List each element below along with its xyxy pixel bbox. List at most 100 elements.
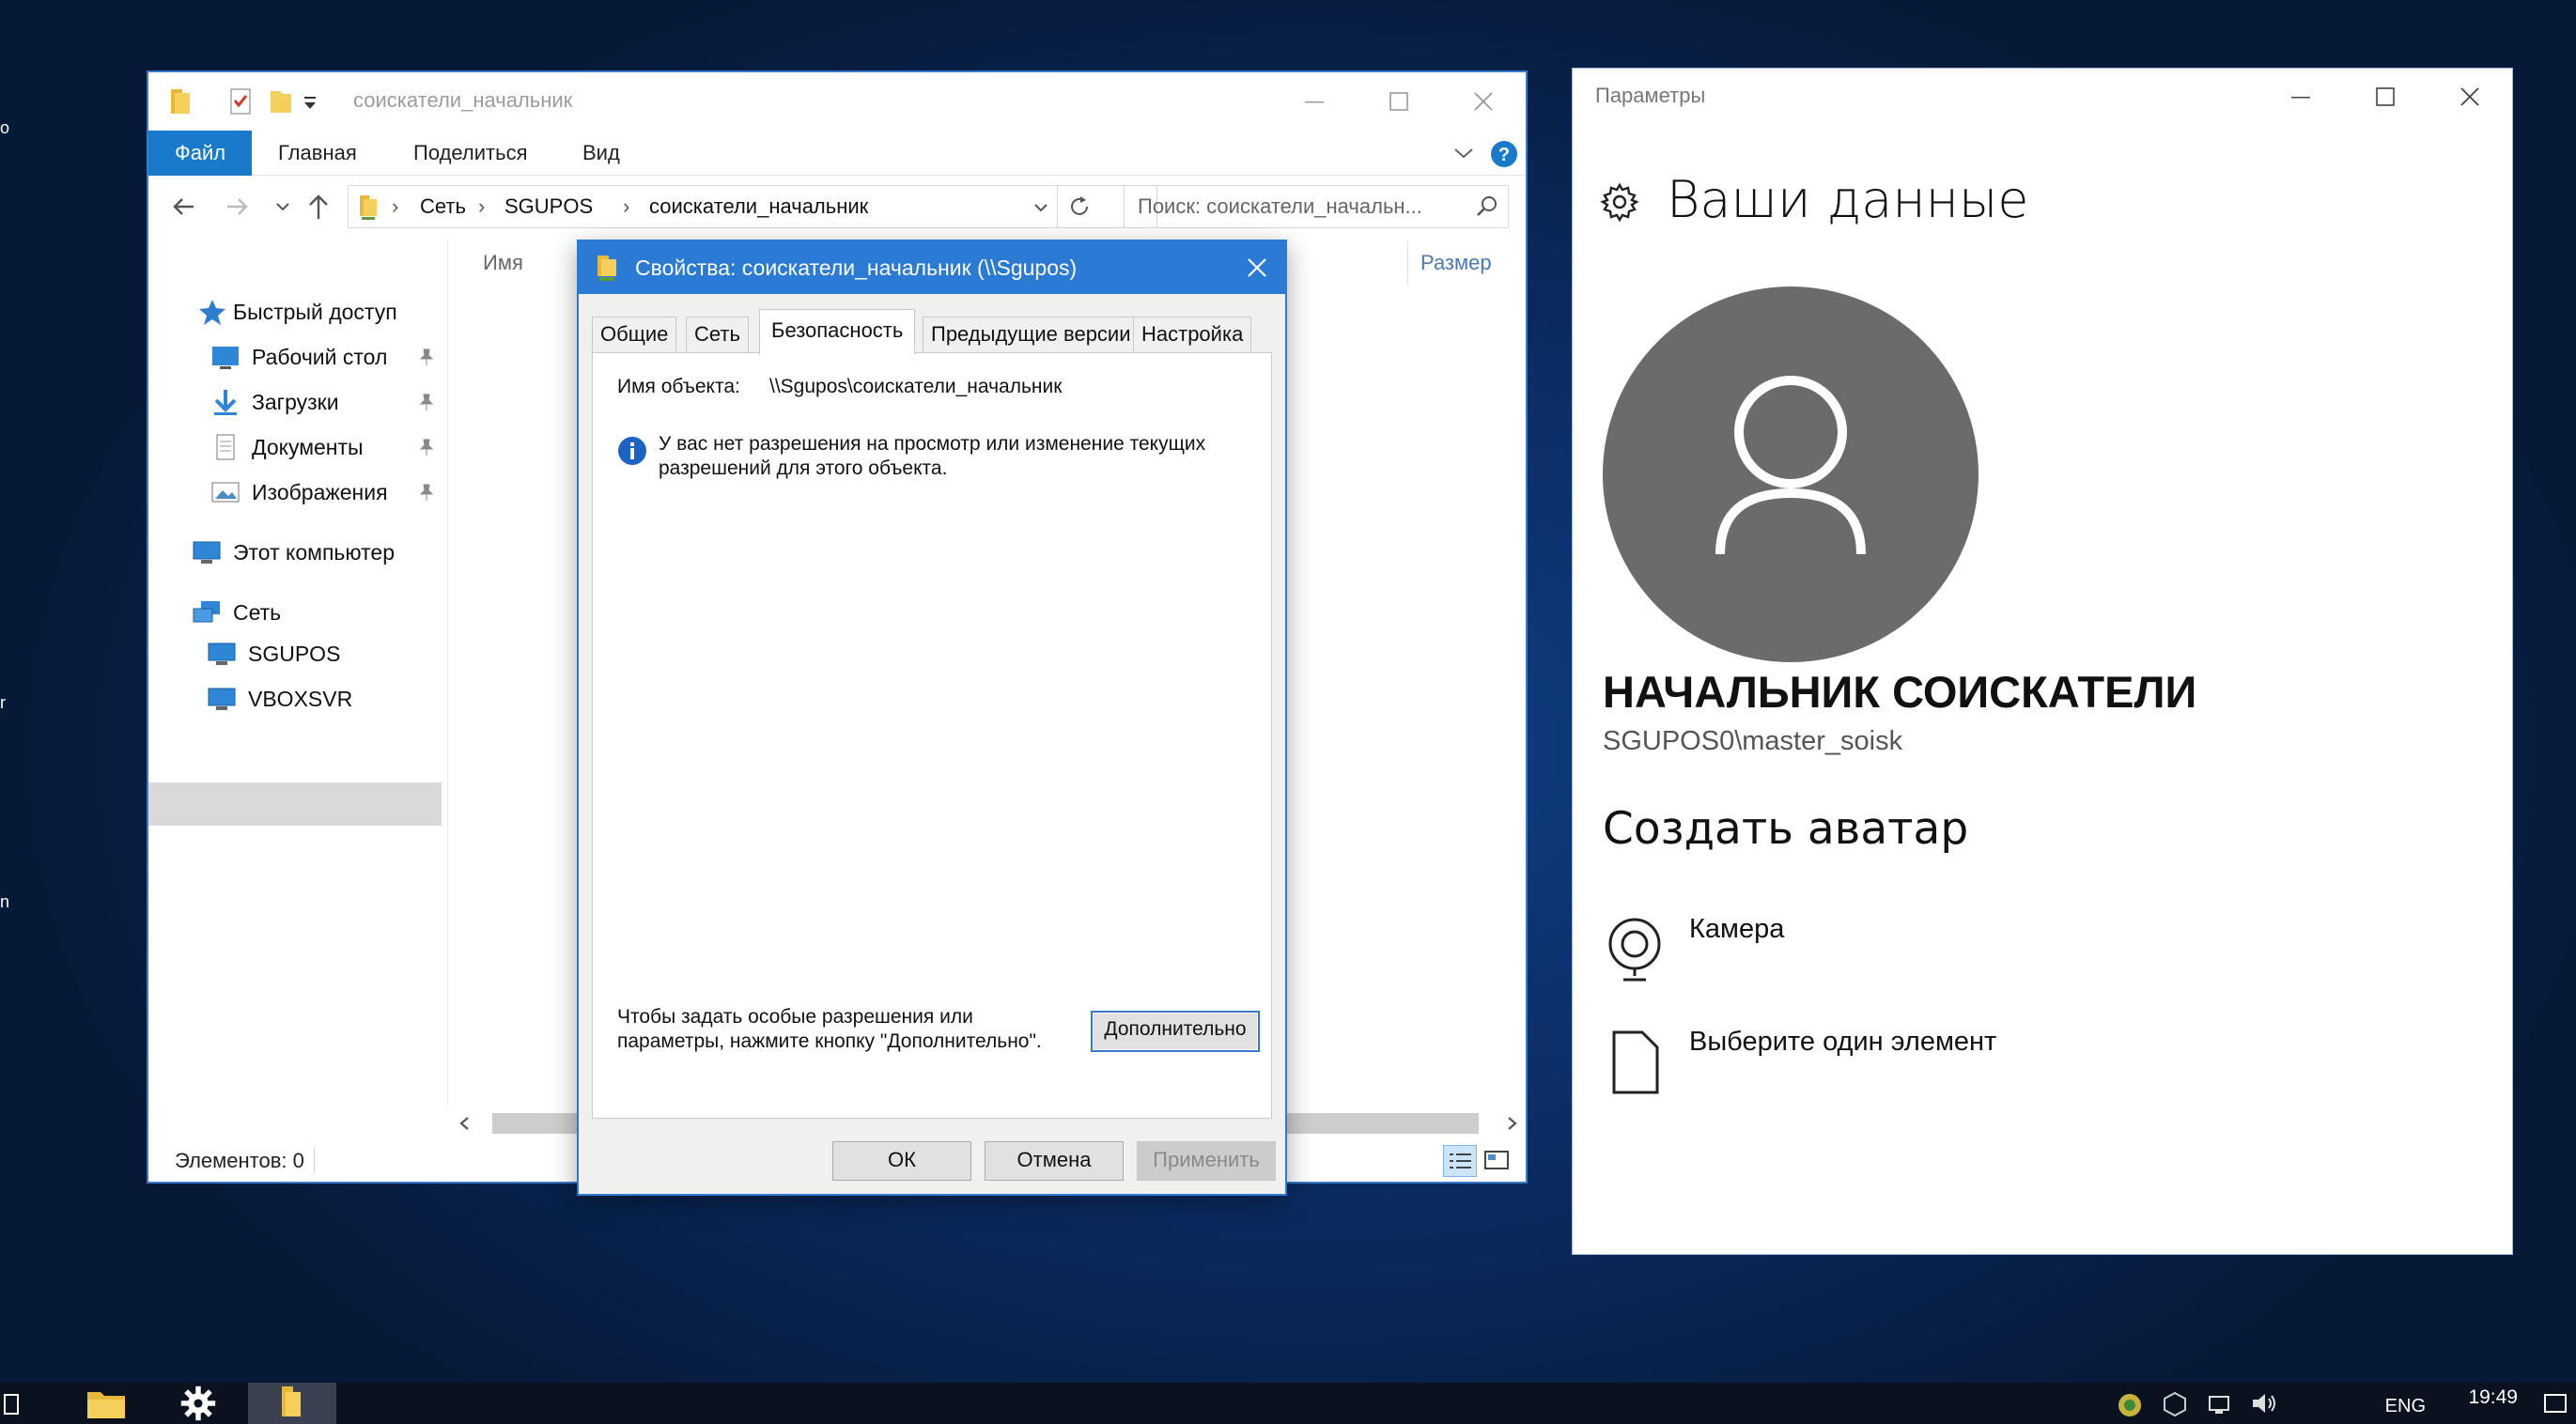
ok-button[interactable]: ОК [832,1141,971,1181]
user-display-name: НАЧАЛЬНИК СОИСКАТЕЛИ [1603,667,2197,717]
ribbon-expand-icon[interactable] [1452,144,1475,163]
breadcrumb-network[interactable]: Сеть [420,186,466,227]
search-input[interactable]: Поиск: соискатели_начальн... [1124,185,1509,228]
avatar [1603,286,1979,662]
scroll-right-icon[interactable] [1503,1115,1520,1132]
new-folder-icon[interactable] [265,85,297,117]
navigation-pane: Быстрый доступ Рабочий стол Загрузки Док… [148,238,447,1139]
help-icon[interactable]: ? [1490,140,1518,168]
nav-network[interactable]: Сеть [192,591,442,634]
pin-icon[interactable] [419,348,434,365]
maximize-button[interactable] [1357,72,1441,131]
close-button[interactable] [2428,69,2512,125]
user-account: SGUPOS0\master_soisk [1603,726,1903,756]
minimize-button[interactable] [1272,72,1357,131]
tray-security-icon[interactable] [2114,1383,2146,1424]
nav-quick-access[interactable]: Быстрый доступ [197,290,442,333]
tab-network[interactable]: Сеть [686,317,749,353]
tab-customize[interactable]: Настройка [1133,317,1252,353]
document-icon [210,433,241,461]
forward-arrow-icon[interactable] [224,193,252,221]
taskbar-file-explorer-icon[interactable] [73,1383,139,1424]
large-icons-view-icon[interactable] [1481,1145,1514,1177]
nav-desktop[interactable]: Рабочий стол [210,335,442,379]
nav-downloads[interactable]: Загрузки [210,380,442,424]
nav-label: Рабочий стол [252,345,388,369]
item-count: Элементов: 0 [175,1149,304,1172]
nav-pictures[interactable]: Изображения [210,471,442,514]
nav-documents[interactable]: Документы [210,426,442,469]
pin-icon[interactable] [419,394,434,410]
advanced-button[interactable]: Дополнительно [1091,1011,1260,1052]
breadcrumb-sgupos[interactable]: SGUPOS [504,186,593,227]
column-header-name[interactable]: Имя [483,251,523,275]
qat-dropdown-icon[interactable] [301,85,319,117]
pane-divider [447,238,448,1107]
tab-share[interactable]: Поделиться [395,131,546,176]
nav-this-pc[interactable]: Этот компьютер [192,531,442,574]
nav-label: SGUPOS [248,642,341,666]
close-button[interactable] [1441,72,1526,131]
network-folder-icon [356,192,380,222]
recent-dropdown-icon[interactable] [274,198,291,215]
tab-view[interactable]: Вид [564,131,639,176]
browse-option[interactable]: Выберите один элемент [1603,1027,2072,1102]
search-placeholder: Поиск: соискатели_начальн... [1138,194,1422,218]
properties-icon[interactable] [225,85,257,117]
window-title: соискатели_начальник [353,88,573,112]
taskbar-network-folder-icon[interactable] [248,1383,336,1424]
column-header-size[interactable]: Размер [1420,251,1492,275]
column-divider[interactable] [1407,241,1408,285]
gear-icon [1599,181,1640,223]
taskbar-settings-icon[interactable] [165,1383,231,1424]
apply-button[interactable]: Применить [1137,1141,1276,1181]
download-arrow-icon [210,388,241,416]
breadcrumb-current-folder[interactable]: соискатели_начальник [649,186,868,227]
network-icon [192,598,222,627]
cancel-button[interactable]: Отмена [985,1141,1124,1181]
file-icon [1603,1027,1670,1098]
address-dropdown-icon[interactable] [1032,199,1049,216]
clock-time[interactable]: 19:49 [2468,1386,2518,1409]
search-icon[interactable] [1474,193,1500,220]
pin-icon[interactable] [419,439,434,456]
scroll-left-icon[interactable] [457,1115,473,1132]
no-permission-message: У вас нет разрешения на просмотр или изм… [659,433,1206,479]
security-tab-panel: Имя объекта: \\Sgupos\соискатели_начальн… [592,352,1272,1119]
input-language[interactable]: ENG [2385,1396,2426,1417]
dialog-close-button[interactable] [1229,241,1285,294]
page-title: Ваши данные [1667,170,2029,229]
up-arrow-icon[interactable] [304,191,333,223]
nav-label: Изображения [252,480,388,504]
notifications-icon[interactable] [2535,1383,2576,1424]
minimize-button[interactable] [2258,69,2343,125]
maximize-button[interactable] [2343,69,2428,125]
tray-network-icon[interactable] [2204,1383,2236,1424]
refresh-icon[interactable] [1066,193,1093,220]
camera-option[interactable]: Камера [1603,914,1979,989]
tab-previous-versions[interactable]: Предыдущие версии [923,317,1140,353]
tab-general[interactable]: Общие [592,317,677,353]
task-view-icon[interactable] [0,1383,34,1424]
tab-file[interactable]: Файл [148,131,253,176]
breadcrumb-separator-icon: › [623,194,630,218]
tab-home[interactable]: Главная [259,131,376,176]
nav-label: Сеть [233,600,282,625]
object-name-label: Имя объекта: [617,376,740,397]
tab-security[interactable]: Безопасность [759,309,916,355]
tray-virtualbox-icon[interactable] [2159,1383,2191,1424]
address-bar[interactable]: › Сеть › SGUPOS › соискатели_начальник [348,185,1157,228]
nav-label: VBOXSVR [248,687,353,711]
details-view-icon[interactable] [1443,1145,1477,1177]
settings-window-title: Параметры [1595,84,1706,107]
tray-volume-icon[interactable] [2247,1383,2281,1424]
pin-icon[interactable] [419,484,434,501]
desktop-icon [210,343,241,371]
nav-sgupos[interactable]: SGUPOS [207,632,442,675]
star-icon [197,298,227,326]
back-arrow-icon[interactable] [169,193,197,221]
nav-label: Этот компьютер [233,540,395,565]
pictures-icon [210,478,241,506]
nav-vboxsvr[interactable]: VBOXSVR [207,677,442,720]
camera-label: Камера [1689,914,1785,944]
